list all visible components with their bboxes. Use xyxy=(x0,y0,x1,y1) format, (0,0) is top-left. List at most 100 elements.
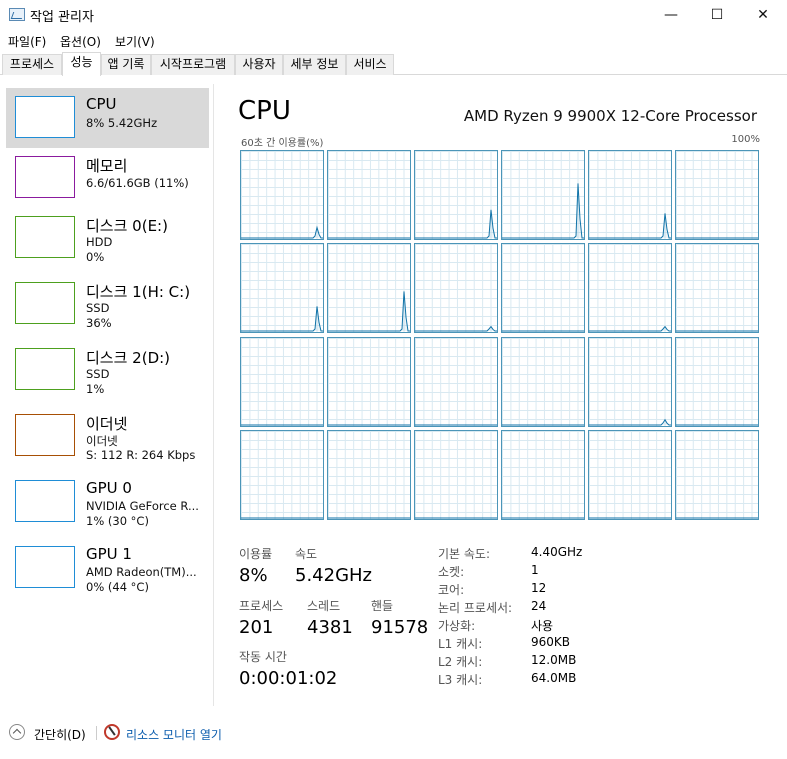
side-item-title: 디스크 0(E:) xyxy=(86,217,168,235)
tab-performance[interactable]: 성능 xyxy=(62,52,101,76)
side-item-gpu1[interactable]: GPU 1 AMD Radeon(TM)... 0% (44 °C) xyxy=(6,538,209,598)
core-graph-7 xyxy=(327,243,411,334)
disk1-thumbnail-graph xyxy=(15,282,75,324)
core-utilization-line xyxy=(589,213,671,239)
gpu0-thumbnail-graph xyxy=(15,480,75,522)
side-item-title: 디스크 2(D:) xyxy=(86,349,171,367)
side-item-detail: 8% 5.42GHz xyxy=(86,116,158,130)
side-item-ethernet[interactable]: 이더넷 이더넷 S: 112 R: 264 Kbps xyxy=(6,406,209,466)
side-item-title: 메모리 xyxy=(86,157,128,175)
disk2-thumbnail-graph xyxy=(15,348,75,390)
side-item-detail: 0% xyxy=(86,250,105,264)
task-manager-icon xyxy=(9,8,25,21)
gpu1-thumbnail-graph xyxy=(15,546,75,588)
core-graph-16 xyxy=(588,336,672,427)
threads-value: 4381 xyxy=(307,617,353,638)
info-value-sockets: 1 xyxy=(531,563,539,577)
info-key-virtualization: 가상화: xyxy=(438,619,476,633)
core-graph-3 xyxy=(501,150,585,240)
core-graph-19 xyxy=(327,430,411,521)
side-item-detail: S: 112 R: 264 Kbps xyxy=(86,448,196,462)
side-item-detail: 6.6/61.6GB (11%) xyxy=(86,176,189,190)
side-item-gpu0[interactable]: GPU 0 NVIDIA GeForce R... 1% (30 °C) xyxy=(6,472,209,532)
core-utilization-line xyxy=(589,326,671,332)
core-graph-18 xyxy=(240,430,324,521)
tab-services[interactable]: 서비스 xyxy=(346,54,394,75)
core-utilization-line xyxy=(502,183,584,239)
fewer-details-button[interactable]: 간단히(D) xyxy=(34,726,86,743)
menu-view[interactable]: 보기(V) xyxy=(115,33,155,50)
core-graph-23 xyxy=(675,430,759,521)
open-resource-monitor-link[interactable]: 리소스 모니터 열기 xyxy=(126,726,222,743)
threads-label: 스레드 xyxy=(307,599,341,613)
logical-processor-graphs[interactable] xyxy=(240,150,761,521)
maximize-button[interactable]: ☐ xyxy=(694,0,740,30)
info-key-l3-cache: L3 캐시: xyxy=(438,673,483,687)
core-graph-8 xyxy=(414,243,498,334)
core-graph-15 xyxy=(501,336,585,427)
graph-caption: 60초 간 이용률(%) xyxy=(241,138,324,149)
side-item-detail: 1% (30 °C) xyxy=(86,514,149,528)
resource-monitor-icon[interactable] xyxy=(104,724,120,740)
side-item-disk2[interactable]: 디스크 2(D:) SSD 1% xyxy=(6,340,209,400)
side-item-title: CPU xyxy=(86,95,117,113)
core-graph-17 xyxy=(675,336,759,427)
info-value-l3-cache: 64.0MB xyxy=(531,671,577,685)
info-key-l1-cache: L1 캐시: xyxy=(438,637,483,651)
graph-max-label: 100% xyxy=(731,134,760,145)
info-key-base-speed: 기본 속도: xyxy=(438,547,491,561)
core-graph-1 xyxy=(327,150,411,240)
tab-processes[interactable]: 프로세스 xyxy=(2,54,62,75)
minimize-button[interactable]: — xyxy=(648,0,694,30)
side-item-detail: 1% xyxy=(86,382,105,396)
title-bar: 작업 관리자 — ☐ ✕ xyxy=(0,0,787,30)
info-value-l2-cache: 12.0MB xyxy=(531,653,577,667)
footer: 간단히(D) 리소스 모니터 열기 xyxy=(0,718,787,748)
speed-value: 5.42GHz xyxy=(295,565,373,586)
side-item-cpu[interactable]: CPU 8% 5.42GHz xyxy=(6,88,209,148)
core-graph-5 xyxy=(675,150,759,240)
menu-options[interactable]: 옵션(O) xyxy=(60,33,101,50)
info-value-virtualization: 사용 xyxy=(531,619,554,633)
core-utilization-line xyxy=(415,209,497,239)
core-graph-14 xyxy=(414,336,498,427)
handles-label: 핸들 xyxy=(371,599,394,613)
info-key-l2-cache: L2 캐시: xyxy=(438,655,483,669)
side-item-type: SSD xyxy=(86,301,110,315)
core-graph-22 xyxy=(588,430,672,521)
side-item-title: GPU 1 xyxy=(86,545,132,563)
side-item-title: GPU 0 xyxy=(86,479,132,497)
info-value-cores: 12 xyxy=(531,581,547,595)
tab-startup[interactable]: 시작프로그램 xyxy=(151,54,235,75)
core-utilization-line xyxy=(241,306,323,332)
core-graph-10 xyxy=(588,243,672,334)
menu-file[interactable]: 파일(F) xyxy=(8,33,46,50)
tab-bar: 프로세스 성능 앱 기록 시작프로그램 사용자 세부 정보 서비스 xyxy=(0,52,787,76)
handles-value: 91578 xyxy=(371,617,429,638)
tab-details[interactable]: 세부 정보 xyxy=(283,54,346,75)
tab-app-history[interactable]: 앱 기록 xyxy=(101,54,151,75)
close-button[interactable]: ✕ xyxy=(740,0,786,30)
cpu-thumbnail-graph xyxy=(15,96,75,138)
side-item-title: 디스크 1(H: C:) xyxy=(86,283,191,301)
menu-bar: 파일(F) 옵션(O) 보기(V) xyxy=(0,30,787,52)
side-item-memory[interactable]: 메모리 6.6/61.6GB (11%) xyxy=(6,148,209,208)
core-graph-0 xyxy=(240,150,324,240)
utilization-label: 이용률 xyxy=(239,547,273,561)
info-value-l1-cache: 960KB xyxy=(531,635,571,649)
side-item-disk0[interactable]: 디스크 0(E:) HDD 0% xyxy=(6,208,209,268)
side-item-disk1[interactable]: 디스크 1(H: C:) SSD 36% xyxy=(6,274,209,334)
ethernet-thumbnail-graph xyxy=(15,414,75,456)
window-title: 작업 관리자 xyxy=(30,10,94,25)
side-item-title: 이더넷 xyxy=(86,415,128,433)
page-title: CPU xyxy=(238,96,291,126)
info-value-base-speed: 4.40GHz xyxy=(531,545,583,559)
utilization-value: 8% xyxy=(239,565,268,586)
side-item-type: NVIDIA GeForce R... xyxy=(86,499,199,513)
tab-users[interactable]: 사용자 xyxy=(235,54,283,75)
side-item-detail: 36% xyxy=(86,316,112,330)
core-graph-13 xyxy=(327,336,411,427)
chevron-up-icon[interactable] xyxy=(9,724,25,740)
speed-label: 속도 xyxy=(295,547,318,561)
core-utilization-line xyxy=(241,225,323,239)
